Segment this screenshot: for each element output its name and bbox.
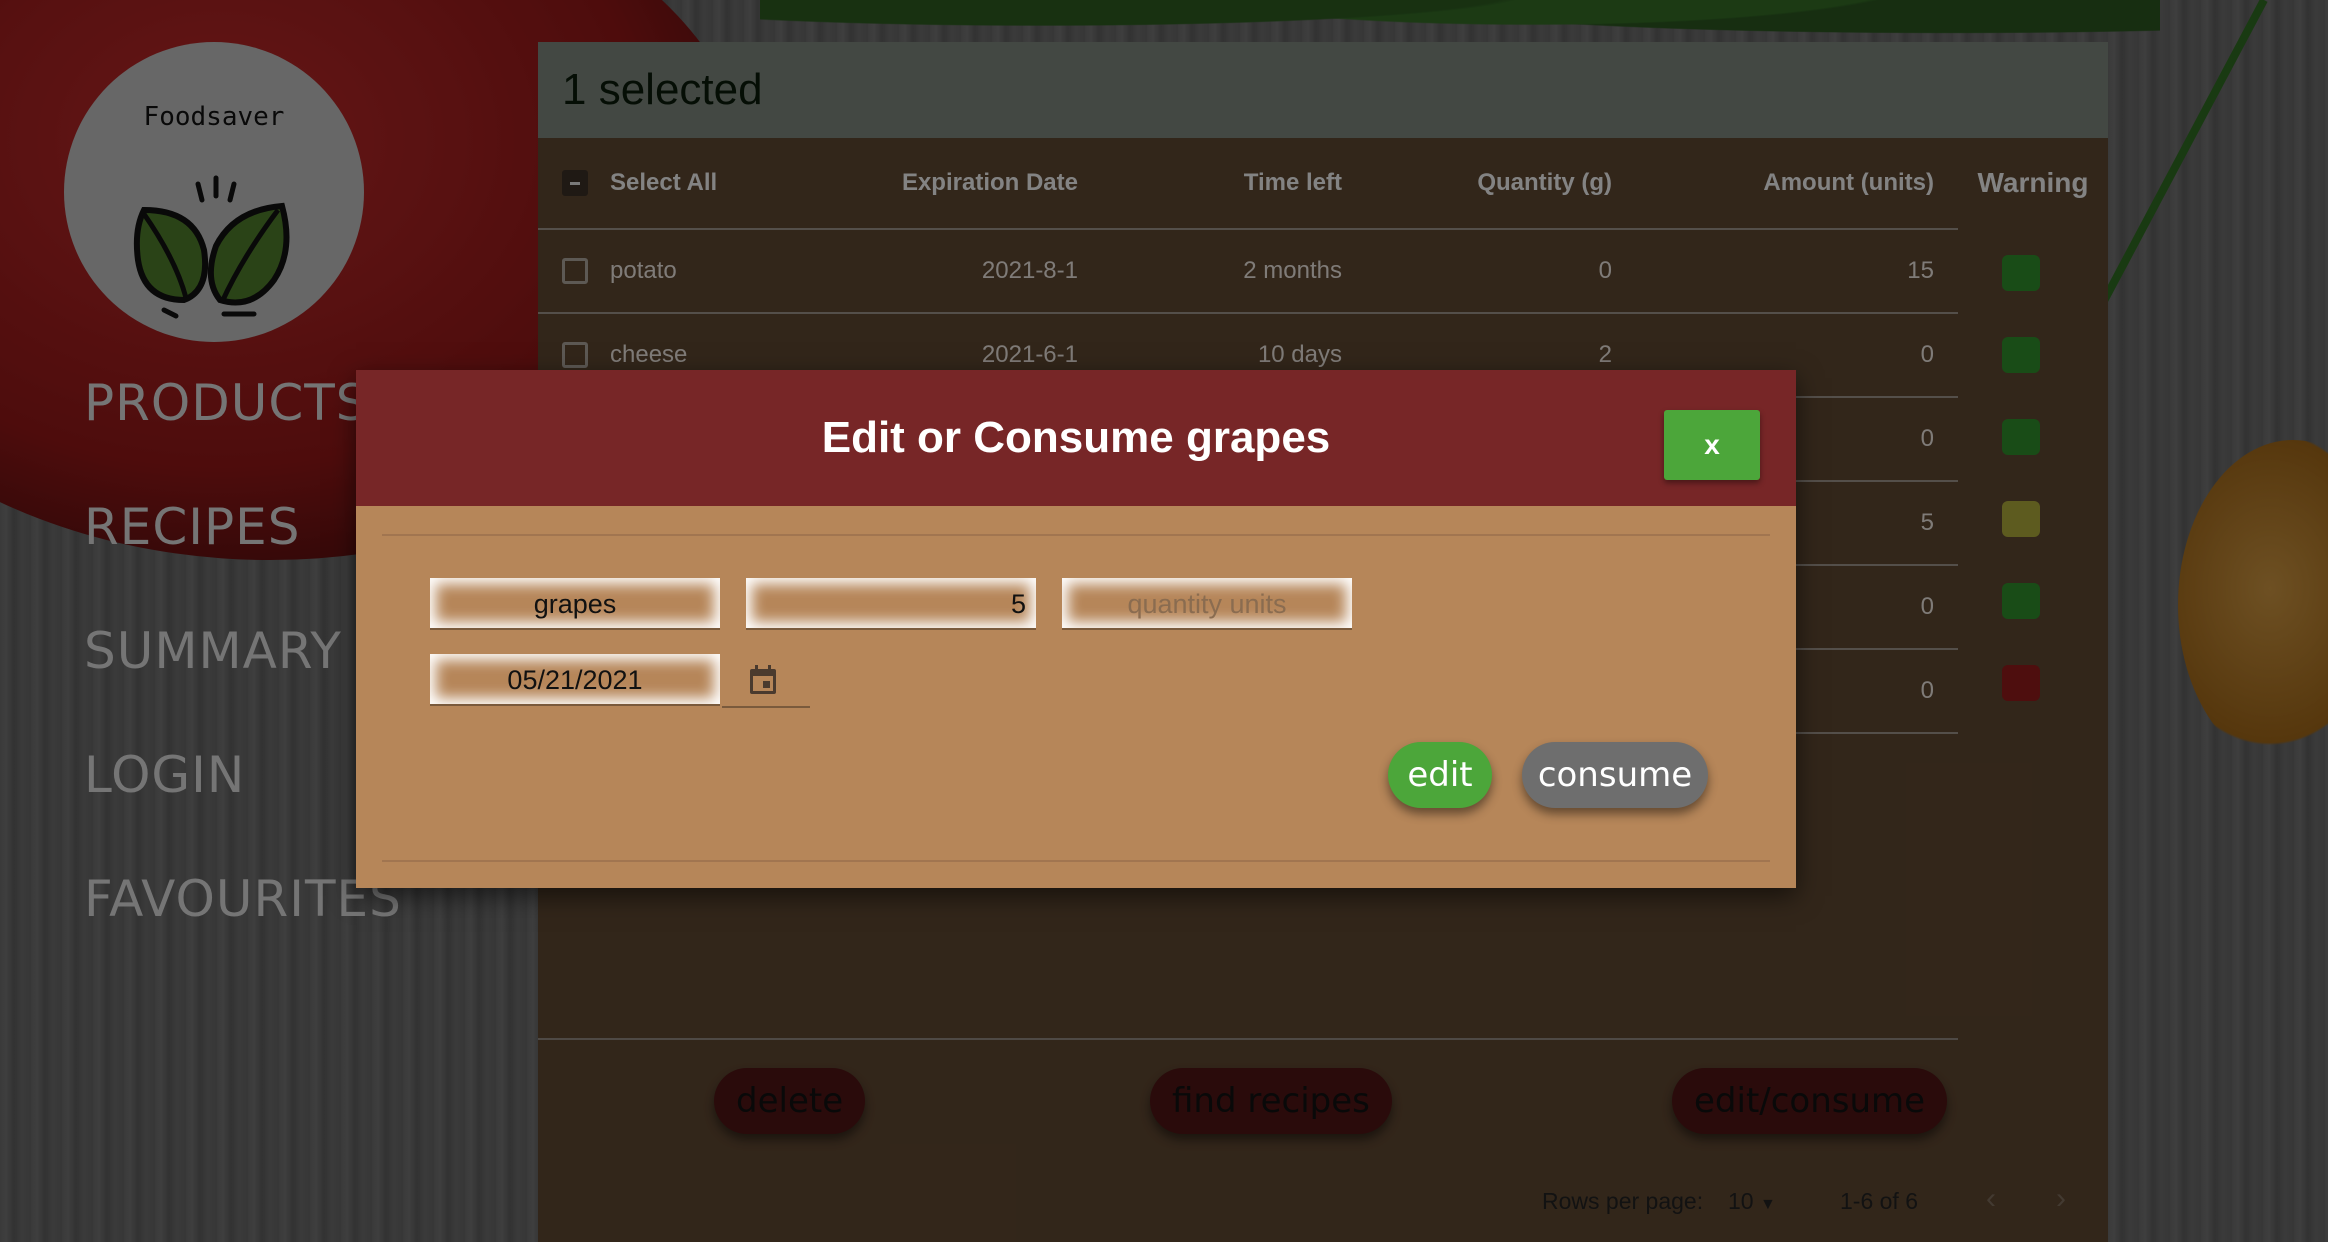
date-picker-button[interactable] [722, 654, 810, 708]
divider [382, 860, 1770, 862]
quantity-units-field[interactable]: quantity units [1062, 578, 1352, 630]
consume-button[interactable]: consume [1522, 742, 1708, 808]
divider [382, 534, 1770, 536]
edit-button[interactable]: edit [1388, 742, 1492, 808]
dialog-title: Edit or Consume grapes [821, 413, 1331, 462]
expiration-date-field[interactable]: 05/21/2021 [430, 654, 720, 706]
product-name-field[interactable]: grapes [430, 578, 720, 630]
quantity-field[interactable]: 5 [746, 578, 1036, 630]
dialog-header: Edit or Consume grapes x [356, 370, 1796, 506]
calendar-icon [750, 665, 776, 694]
close-button[interactable]: x [1664, 410, 1760, 480]
edit-consume-dialog: Edit or Consume grapes x grapes 5 quanti… [356, 370, 1796, 888]
